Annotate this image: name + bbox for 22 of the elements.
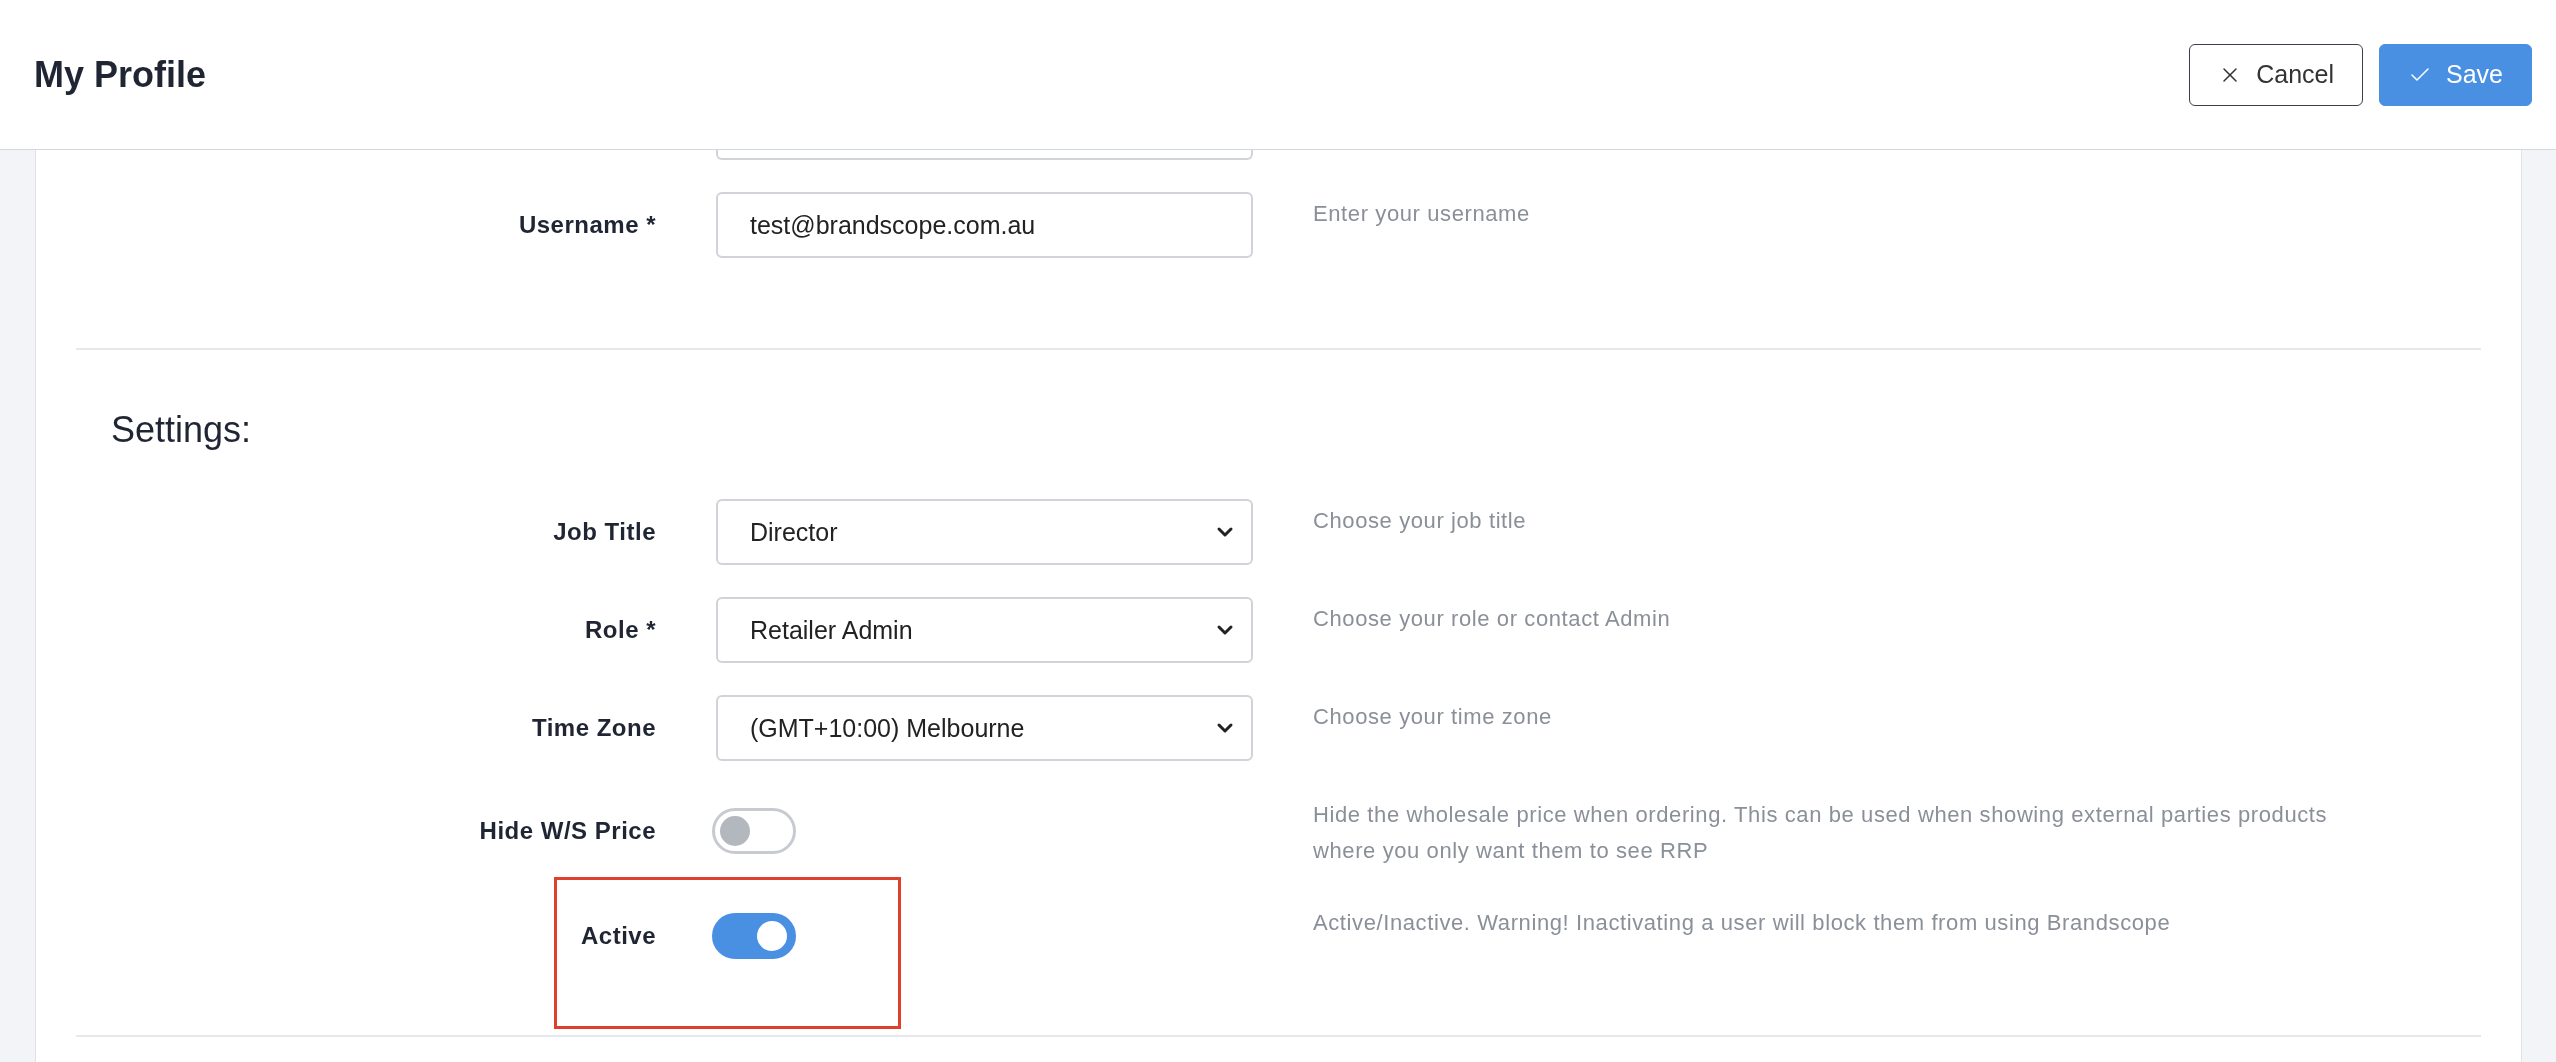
section-heading: Settings: [111, 410, 253, 450]
dropdown[interactable]: Director [716, 499, 1253, 565]
dropdown[interactable]: (GMT+10:00) Melbourne [716, 695, 1253, 761]
toggle-switch[interactable] [712, 913, 796, 959]
field-label: Job Title [552, 518, 656, 546]
field-label: Username * [517, 211, 656, 239]
page-title: My Profile [34, 53, 207, 96]
field-label: Hide W/S Price [478, 817, 656, 845]
field-hint: Choose your job title [1313, 507, 1528, 535]
field-hint: Active/Inactive. Warning! Inactivating a user will block them from using Brandscope [1313, 909, 2172, 937]
field-hint: Choose your role or contact Admin [1313, 605, 1672, 633]
field-hint: Choose your time zone [1313, 703, 1553, 731]
cancel-button[interactable]: Cancel [2189, 43, 2363, 106]
field-hint: Hide the wholesale price when ordering. This can be used when showing external parties products where you only want them to see RRP [1313, 801, 2329, 865]
dropdown[interactable]: Retailer Admin [716, 597, 1253, 663]
field-label: Role * [584, 616, 656, 644]
field-hint: Enter your username [1313, 200, 1531, 228]
field-label: Time Zone [530, 714, 656, 742]
field-label: Active [579, 922, 656, 950]
input-field[interactable] [716, 150, 1253, 160]
text-field[interactable]: test@brandscope.com.au [716, 192, 1253, 258]
toggle-switch[interactable] [712, 808, 796, 854]
